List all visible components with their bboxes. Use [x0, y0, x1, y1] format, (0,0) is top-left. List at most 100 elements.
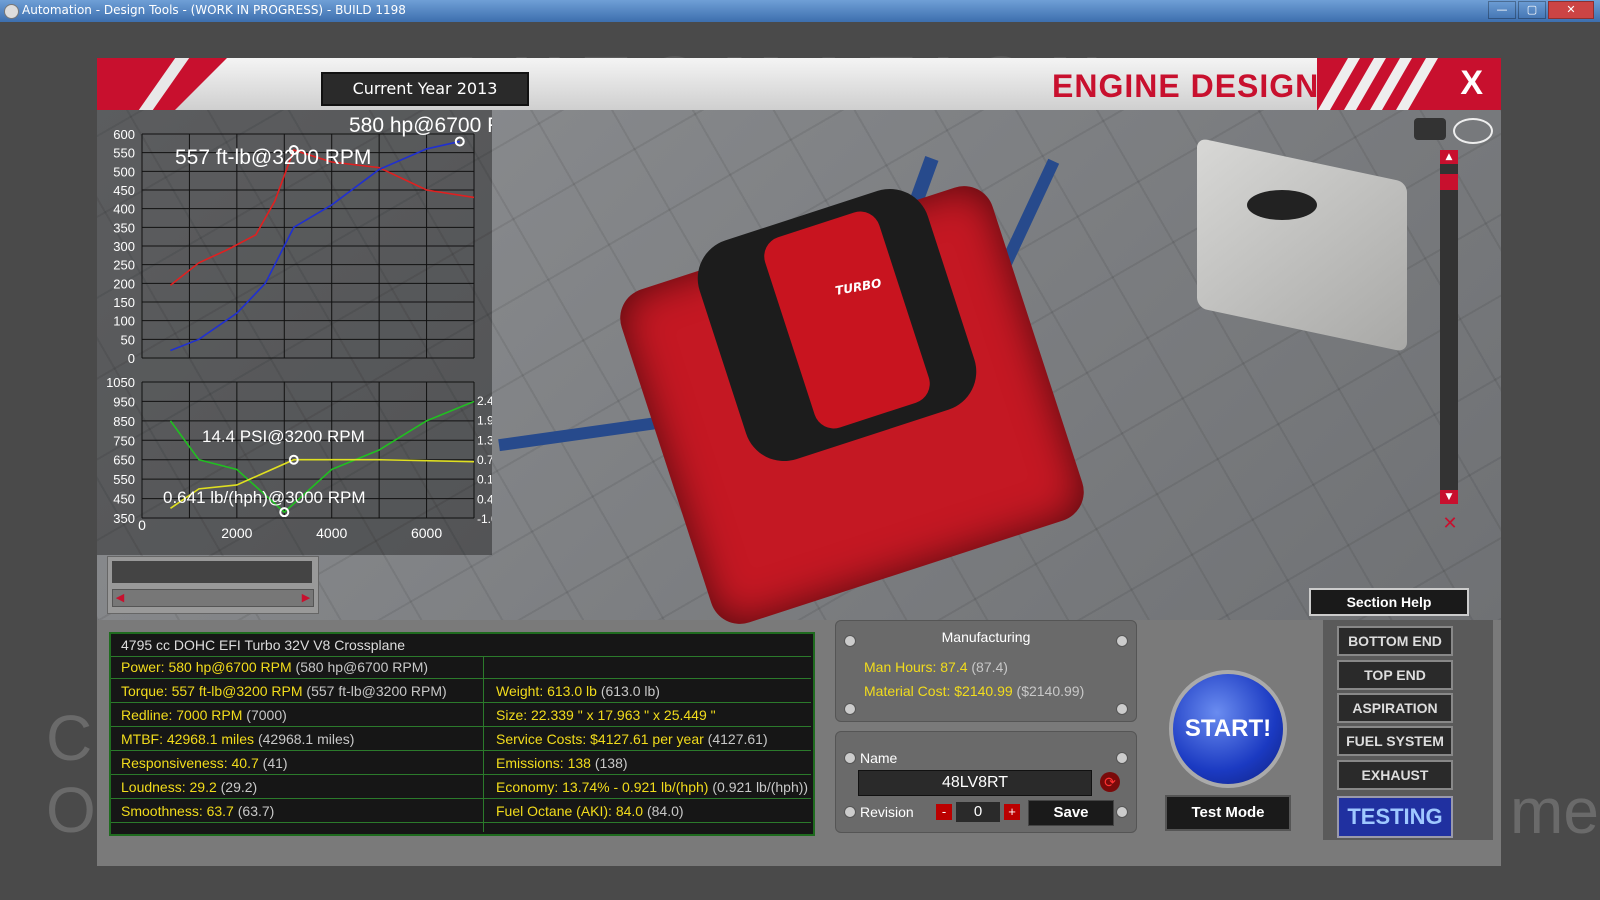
scroll-thumb[interactable]: [1440, 174, 1458, 190]
torque-annotation: 557 ft-lb@3200 RPM: [175, 146, 371, 169]
y-tick-label: 350: [113, 511, 135, 526]
stat-target: (138): [594, 755, 628, 771]
stat-label: Weight: 613.0 lb: [496, 683, 597, 699]
stat-label: Emissions: 138: [496, 755, 591, 771]
stat-label: Responsiveness: 40.7: [121, 755, 259, 771]
stat-target: (7000): [246, 707, 287, 723]
y-tick-label: 300: [113, 239, 135, 254]
stat-label: Loudness: 29.2: [121, 779, 217, 795]
y-tick-label: 450: [113, 492, 135, 507]
y-tick-label: 200: [113, 276, 135, 291]
y2-tick-label: 0.1: [477, 473, 492, 487]
stat-row: Power: 580 hp@6700 RPM (580 hp@6700 RPM): [111, 656, 811, 679]
stat-target: (42968.1 miles): [257, 731, 355, 747]
revision-increment-button[interactable]: +: [1004, 804, 1020, 820]
stat-target: (29.2): [220, 779, 258, 795]
stat-row: Smoothness: 63.7 (63.7) Fuel Octane (AKI)…: [111, 800, 811, 823]
tab-testing[interactable]: TESTING: [1337, 796, 1453, 838]
y2-tick-label: 1.3: [477, 433, 492, 447]
background-letters-left: C O: [46, 702, 96, 846]
tab-aspiration[interactable]: ASPIRATION: [1337, 693, 1453, 723]
maximize-button[interactable]: ▢: [1518, 1, 1546, 19]
stat-row: Responsiveness: 40.7 (41) Emissions: 138 …: [111, 752, 811, 775]
stat-label: Torque: 557 ft-lb@3200 RPM: [121, 683, 303, 699]
tab-top-end[interactable]: TOP END: [1337, 660, 1453, 690]
stat-label: Fuel Octane (AKI): 84.0: [496, 803, 644, 819]
y-tick-label: 950: [113, 394, 135, 409]
y-tick-label: 150: [113, 295, 135, 310]
revision-decrement-button[interactable]: -: [936, 804, 952, 820]
background-letters-right: me: [1510, 775, 1599, 847]
revision-label: Revision: [860, 804, 914, 820]
stat-label: Service Costs: $4127.61 per year: [496, 731, 704, 747]
stat-label: Power: 580 hp@6700 RPM: [121, 659, 292, 675]
y-tick-label: 450: [113, 183, 135, 198]
x-tick-label: 2000: [221, 525, 252, 541]
y-tick-label: 750: [113, 433, 135, 448]
stat-label: Economy: 13.74% - 0.921 lb/(hph): [496, 779, 709, 795]
y-tick-label: 500: [113, 164, 135, 179]
man-hours: Man Hours: 87.4 (87.4): [864, 659, 1008, 675]
section-help-button[interactable]: Section Help: [1309, 588, 1469, 616]
stat-row: Torque: 557 ft-lb@3200 RPM (557 ft-lb@32…: [111, 680, 811, 703]
stat-target: (580 hp@6700 RPM): [295, 659, 429, 675]
material-cost-target: ($2140.99): [1016, 683, 1085, 699]
slider-right-icon[interactable]: ▶: [299, 590, 313, 606]
test-mode-button[interactable]: Test Mode: [1165, 795, 1291, 831]
stat-target: (4127.61): [707, 731, 768, 747]
reset-view-icon[interactable]: ✕: [1432, 513, 1468, 535]
y2-tick-label: 0.7: [477, 453, 492, 467]
page-title: ENGINE DESIGN: [1052, 68, 1320, 104]
stat-label: Size: 22.339 " x 17.963 " x 25.449 ": [496, 707, 716, 723]
minimize-button[interactable]: —: [1488, 1, 1516, 19]
tab-exhaust[interactable]: EXHAUST: [1337, 760, 1453, 790]
y-tick-label: 550: [113, 472, 135, 487]
bolt-icon: [1116, 806, 1128, 818]
stat-target: (63.7): [237, 803, 275, 819]
stat-label: Smoothness: 63.7: [121, 803, 234, 819]
tab-fuel-system[interactable]: FUEL SYSTEM: [1337, 726, 1453, 756]
engine-name-input[interactable]: 48LV8RT: [858, 770, 1092, 796]
eye-icon[interactable]: [1453, 118, 1493, 144]
y2-tick-label: -1.0: [477, 512, 492, 526]
y-tick-label: 850: [113, 414, 135, 429]
slider-display: [112, 561, 312, 583]
y-tick-label: 50: [121, 332, 135, 347]
close-panel-button[interactable]: X: [1460, 64, 1483, 103]
tab-bottom-end[interactable]: BOTTOM END: [1337, 626, 1453, 656]
camera-slider[interactable]: ◀ ▶: [112, 589, 314, 607]
man-hours-value: Man Hours: 87.4: [864, 659, 968, 675]
stat-label: Redline: 7000 RPM: [121, 707, 243, 723]
manufacturing-panel: Manufacturing Man Hours: 87.4 (87.4) Mat…: [835, 620, 1137, 722]
save-button[interactable]: Save: [1028, 800, 1114, 826]
x-tick-label: 6000: [411, 525, 442, 541]
start-button[interactable]: START!: [1169, 670, 1287, 788]
scroll-up-icon[interactable]: ▲: [1440, 150, 1458, 164]
zoom-scrollbar[interactable]: ▲ ▼: [1440, 150, 1458, 504]
y2-tick-label: 0.4: [477, 492, 492, 506]
boost-annotation: 14.4 PSI@3200 RPM: [202, 427, 365, 446]
fuel-tank: [1197, 137, 1407, 353]
scroll-down-icon[interactable]: ▼: [1440, 490, 1458, 504]
engine-design-panel: Current Year 2013 ENGINE DESIGN X TURBO …: [97, 58, 1501, 866]
y-tick-label: 0: [128, 351, 135, 366]
manufacturing-title: Manufacturing: [941, 629, 1031, 645]
y-tick-label: 250: [113, 258, 135, 273]
camera-icon[interactable]: [1414, 118, 1446, 140]
name-label: Name: [860, 750, 898, 766]
slider-left-icon[interactable]: ◀: [113, 590, 127, 606]
camera-slider-panel: ◀ ▶: [107, 556, 319, 614]
y-tick-label: 100: [113, 314, 135, 329]
revision-value: 0: [956, 802, 1000, 822]
material-cost-value: Material Cost: $2140.99: [864, 683, 1013, 699]
performance-charts: 600 550 500 450 400 350 300 250 200 150 100 50 0 580 …: [97, 110, 492, 555]
window-titlebar: Automation - Design Tools - (WORK IN PRO…: [0, 0, 1600, 22]
bolt-icon: [844, 806, 856, 818]
y-tick-label: 400: [113, 202, 135, 217]
stat-target: (613.0 lb): [600, 683, 660, 699]
engine-stats-panel: 4795 cc DOHC EFI Turbo 32V V8 Crossplane…: [109, 632, 815, 836]
window-close-button[interactable]: ✕: [1548, 1, 1594, 19]
y2-tick-label: 1.9: [477, 414, 492, 428]
panel-header: Current Year 2013 ENGINE DESIGN X: [97, 58, 1501, 114]
randomize-name-icon[interactable]: ⟳: [1100, 772, 1120, 792]
